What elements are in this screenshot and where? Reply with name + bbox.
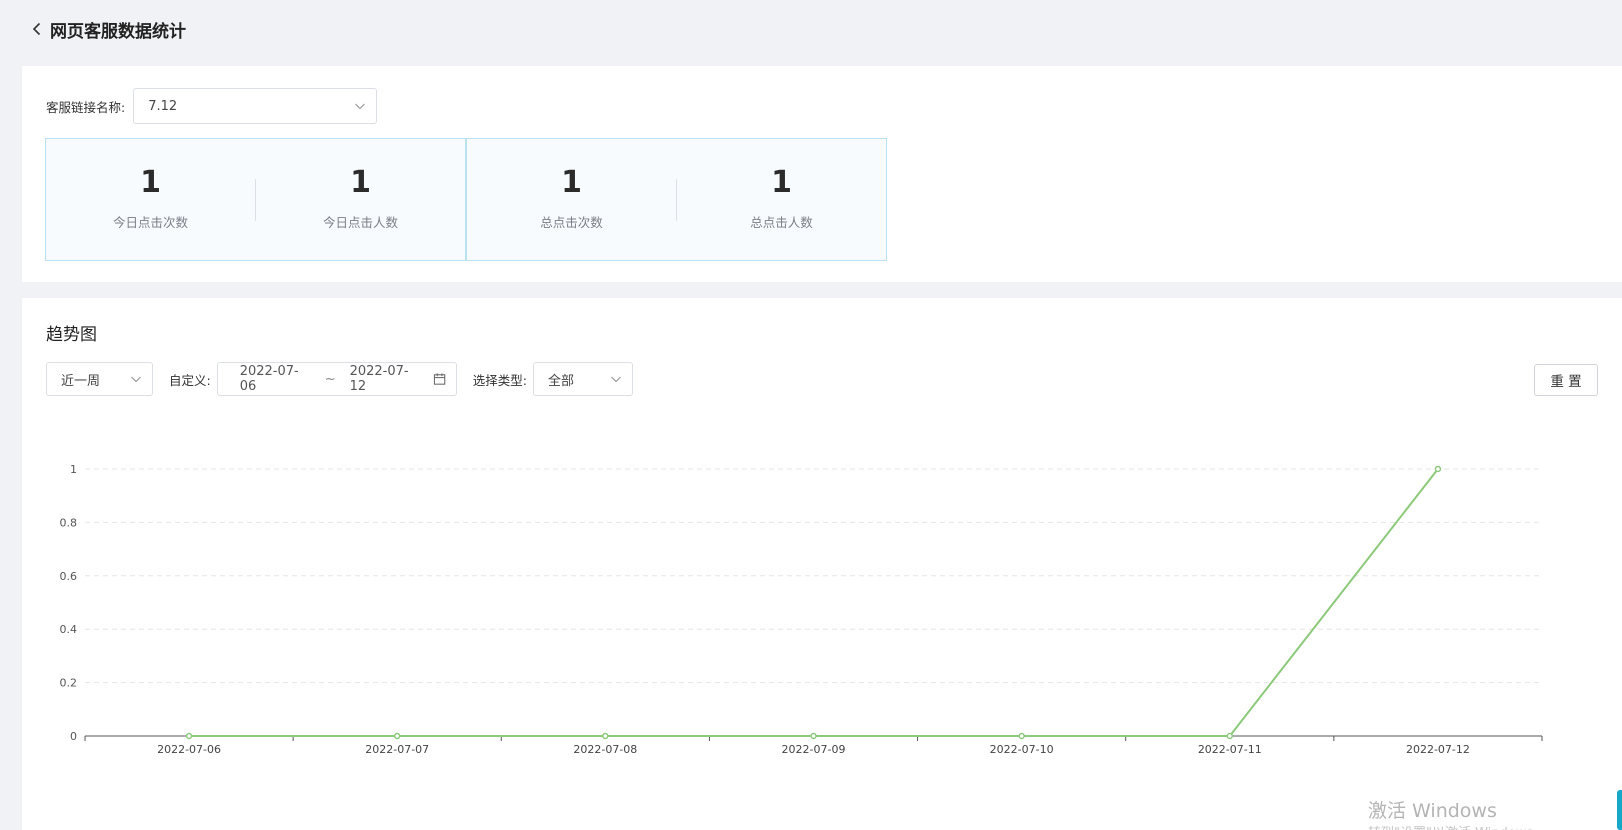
- today-stats-card: 1 今日点击次数 1 今日点击人数: [45, 138, 466, 261]
- stat-label: 今日点击次数: [112, 215, 188, 230]
- link-select-value: 7.12: [148, 98, 178, 114]
- summary-panel: 客服链接名称: 7.12 1 今日点击次数 1 今日点击人数 1 总点击次数 1…: [22, 66, 1622, 282]
- trend-line-chart: 0 0.2 0.4 0.6 0.8 1 2022-07-06 2022-07-07 2022-0…: [60, 463, 1543, 756]
- data-point: [810, 732, 817, 740]
- y-tick-label: 0.2: [60, 677, 78, 690]
- data-point: [1226, 732, 1234, 740]
- page-header: 网页客服数据统计: [8, 0, 1622, 58]
- data-point: [185, 732, 193, 740]
- x-tick-label: 2022-07-11: [1198, 743, 1262, 756]
- x-tick-label: 2022-07-09: [782, 743, 846, 756]
- y-tick-label: 0.4: [60, 623, 78, 636]
- chevron-down-icon: [355, 103, 366, 110]
- x-tick-label: 2022-07-07: [365, 743, 429, 756]
- data-point: [393, 732, 401, 740]
- x-tick-label: 2022-07-10: [990, 743, 1054, 756]
- stat-label: 今日点击人数: [322, 215, 398, 230]
- side-widget-tab[interactable]: [1617, 790, 1622, 830]
- x-tick-label: 2022-07-06: [157, 743, 221, 756]
- chevron-left-icon[interactable]: [30, 22, 44, 36]
- stat-today-visitors: 1 今日点击人数: [256, 168, 465, 231]
- stat-total-clicks: 1 总点击次数: [467, 168, 676, 231]
- data-point: [1018, 732, 1025, 740]
- y-tick-label: 0.6: [60, 570, 78, 583]
- stat-value: 1: [771, 165, 792, 200]
- stat-value: 1: [350, 165, 371, 200]
- link-filter: 客服链接名称: 7.12: [46, 88, 378, 124]
- stat-value: 1: [140, 165, 161, 200]
- y-tick-label: 0.8: [60, 516, 78, 529]
- windows-watermark: 激活 Windows: [1368, 800, 1497, 822]
- data-point: [1434, 465, 1442, 473]
- x-tick-label: 2022-07-08: [573, 743, 637, 756]
- link-filter-label: 客服链接名称:: [46, 99, 126, 115]
- stat-total-visitors: 1 总点击人数: [677, 168, 886, 231]
- stat-label: 总点击次数: [540, 215, 603, 230]
- series-line: [189, 468, 1439, 737]
- windows-watermark-sub: 转到"设置"以激活 Windows。: [1368, 822, 1546, 830]
- total-stats-card: 1 总点击次数 1 总点击人数: [466, 138, 887, 261]
- stat-label: 总点击人数: [750, 215, 813, 230]
- x-tick-label: 2022-07-12: [1406, 743, 1470, 756]
- y-tick-label: 1: [70, 463, 77, 476]
- stat-today-clicks: 1 今日点击次数: [46, 168, 255, 231]
- trend-panel: 趋势图 近一周 自定义: 2022-07-06 ~ 2022-07-12 选择类…: [22, 298, 1622, 830]
- page-title: 网页客服数据统计: [50, 21, 186, 42]
- data-point: [602, 732, 609, 740]
- link-select[interactable]: 7.12: [133, 88, 378, 124]
- stat-value: 1: [561, 165, 582, 200]
- y-tick-label: 0: [70, 730, 77, 743]
